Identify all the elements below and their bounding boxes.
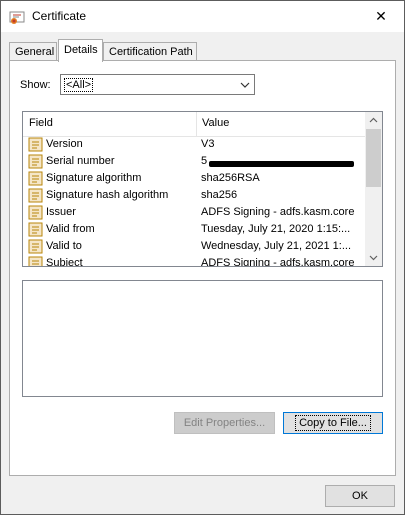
edit-properties-label: Edit Properties...: [183, 417, 266, 429]
show-dropdown[interactable]: <All>: [60, 74, 255, 95]
certificate-field-icon: [28, 239, 43, 254]
certificate-field-icon: [28, 205, 43, 220]
title-bar: Certificate ✕: [1, 1, 404, 32]
edit-properties-button[interactable]: Edit Properties...: [174, 412, 275, 434]
serial-number-value: 5: [201, 155, 208, 167]
chevron-down-icon: [240, 82, 250, 88]
tab-certification-path[interactable]: Certification Path: [103, 42, 197, 60]
window-title: Certificate: [32, 9, 87, 23]
list-item[interactable]: Serial number 5: [23, 153, 365, 170]
close-icon: ✕: [375, 8, 387, 24]
certificate-field-icon: [28, 256, 43, 266]
list-item[interactable]: Version V3: [23, 136, 365, 153]
field-value: Wednesday, July 21, 2021 1:...: [201, 240, 352, 252]
tab-details-label: Details: [64, 44, 98, 56]
scroll-up-button[interactable]: [365, 112, 382, 129]
list-scrollbar[interactable]: [365, 112, 382, 266]
tab-general-label: General: [15, 46, 55, 58]
list-item[interactable]: Issuer ADFS Signing - adfs.kasm.core: [23, 204, 365, 221]
list-item[interactable]: Signature algorithm sha256RSA: [23, 170, 365, 187]
scroll-thumb[interactable]: [366, 129, 381, 187]
list-item[interactable]: Subject ADFS Signing - adfs.kasm.core: [23, 255, 365, 267]
column-divider[interactable]: [196, 112, 197, 136]
certificate-field-icon: [28, 137, 43, 152]
copy-to-file-button[interactable]: Copy to File...: [283, 412, 383, 434]
show-dropdown-value: <All>: [64, 78, 94, 92]
certificate-field-icon: [28, 171, 43, 186]
column-header-field[interactable]: Field: [29, 117, 53, 129]
tab-certification-path-label: Certification Path: [109, 46, 193, 58]
column-header-value[interactable]: Value: [202, 117, 229, 129]
scroll-down-button[interactable]: [365, 249, 382, 266]
list-rows: Version V3 Serial number 5 Signature alg…: [23, 136, 365, 267]
close-button[interactable]: ✕: [358, 1, 404, 32]
field-value: V3: [201, 138, 215, 150]
field-value: ADFS Signing - adfs.kasm.core: [201, 206, 355, 218]
details-panel: Show: <All> Field Value Version V3 Seria…: [9, 60, 396, 476]
field-name: Issuer: [46, 206, 76, 218]
field-value: Tuesday, July 21, 2020 1:15:...: [201, 223, 351, 235]
field-name: Signature algorithm: [46, 172, 142, 184]
field-name: Subject: [46, 257, 83, 267]
redaction-bar: [209, 161, 354, 167]
show-label: Show:: [20, 79, 51, 91]
copy-to-file-label: Copy to File...: [295, 415, 371, 431]
list-item[interactable]: Valid to Wednesday, July 21, 2021 1:...: [23, 238, 365, 255]
chevron-up-icon: [369, 117, 378, 123]
chevron-down-icon: [369, 255, 378, 261]
field-name: Serial number: [46, 155, 115, 167]
ok-button[interactable]: OK: [325, 485, 395, 507]
ok-label: OK: [352, 490, 368, 502]
field-name: Valid from: [46, 223, 95, 235]
field-value: ADFS Signing - adfs.kasm.core: [201, 257, 355, 267]
certificate-field-icon: [28, 188, 43, 203]
tab-details[interactable]: Details: [58, 39, 103, 62]
field-name: Signature hash algorithm: [46, 189, 169, 201]
field-value: sha256: [201, 189, 238, 201]
list-item[interactable]: Valid from Tuesday, July 21, 2020 1:15:.…: [23, 221, 365, 238]
certificate-field-icon: [28, 222, 43, 237]
field-name: Version: [46, 138, 83, 150]
certificate-field-icon: [28, 154, 43, 169]
field-name: Valid to: [46, 240, 82, 252]
tab-general[interactable]: General: [9, 42, 57, 60]
list-header: Field Value: [23, 112, 365, 137]
field-value: 5: [201, 155, 361, 167]
field-detail-box[interactable]: [22, 280, 383, 397]
field-value: sha256RSA: [201, 172, 260, 184]
fields-list[interactable]: Field Value Version V3 Serial number 5 S…: [22, 111, 383, 267]
certificate-dialog: Certificate ✕ General Details Certificat…: [0, 0, 405, 515]
list-item[interactable]: Signature hash algorithm sha256: [23, 187, 365, 204]
certificate-icon: [9, 11, 25, 24]
